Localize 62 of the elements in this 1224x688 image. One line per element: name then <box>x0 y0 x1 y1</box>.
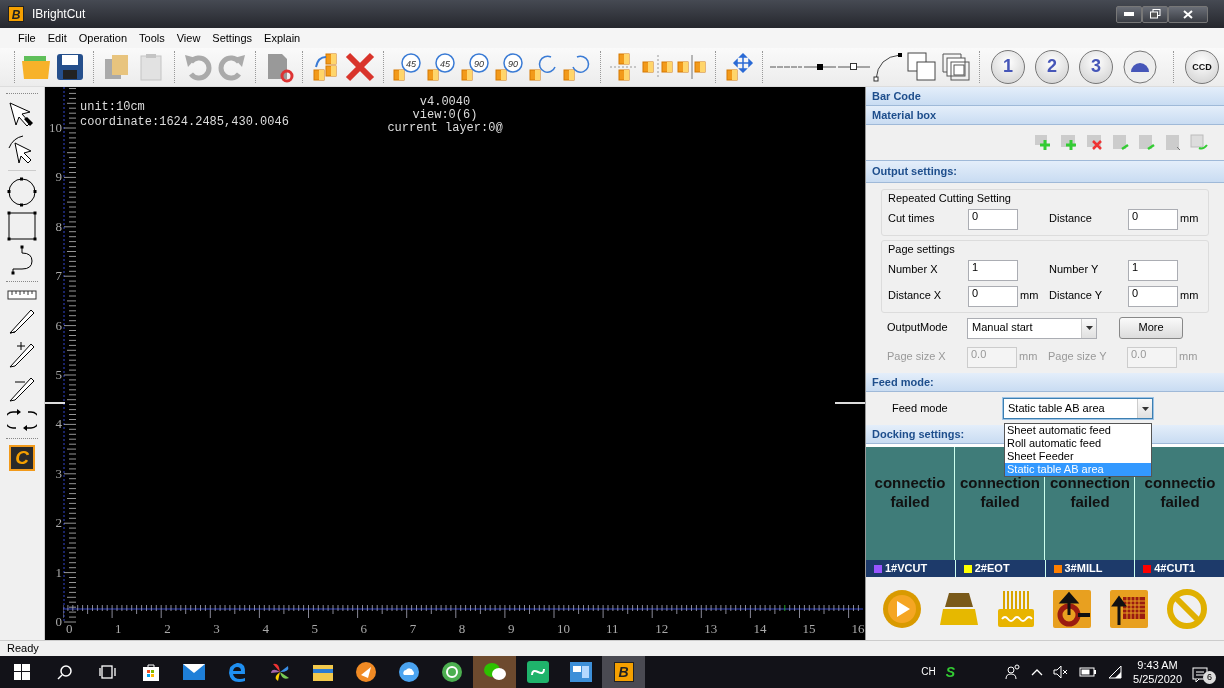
window-title: IBrightCut <box>32 6 86 22</box>
canvas-info-text: coordinate:1624.2485,430.0046 <box>80 115 289 130</box>
ruler-label: 3 <box>213 622 220 635</box>
field-label: Distance <box>1049 212 1093 226</box>
field-label: Feed mode <box>892 401 949 416</box>
status-text: Ready <box>7 642 39 654</box>
ruler-label: 0 <box>55 615 62 628</box>
ruler-label: 14 <box>753 622 767 635</box>
connection-status: failed <box>1160 492 1200 511</box>
connection-status: connectio <box>1144 473 1216 492</box>
unit-label: mm <box>1179 212 1200 226</box>
connection-status: failed <box>1070 492 1110 511</box>
ruler-label: 3 <box>55 466 62 480</box>
group-title: Repeated Cutting Setting <box>888 192 1012 206</box>
field-label: Page size Y <box>1048 350 1108 364</box>
ruler-label: 15 <box>802 622 816 635</box>
field-label: Page size X <box>887 350 947 364</box>
ruler-label: 4 <box>55 417 62 431</box>
ruler-label: 13 <box>704 622 718 635</box>
ruler-label: 5 <box>55 368 62 381</box>
group-title: Page settings <box>888 243 956 257</box>
ruler-label: 2 <box>55 516 62 530</box>
ruler-label: 9 <box>55 170 62 184</box>
connection-status: connectio <box>874 473 946 492</box>
canvas-status-text: view:0(6) <box>412 109 478 122</box>
ruler-label: 8 <box>458 622 466 635</box>
ruler-label: 8 <box>55 219 62 233</box>
ruler-label: 4 <box>262 622 269 635</box>
field-label: Distance X <box>888 289 943 303</box>
ruler-label: 5 <box>311 622 318 635</box>
ruler-label: 7 <box>55 269 62 283</box>
canvas-status-text: v4.0040 <box>419 96 471 109</box>
field-label: OutputMode <box>887 321 949 335</box>
field-label: Cut times <box>888 212 936 226</box>
ruler-label: 11 <box>606 622 619 635</box>
ruler-label: 12 <box>655 622 669 635</box>
ruler-label: 7 <box>409 622 417 635</box>
canvas-status-text: current layer:0@ <box>387 122 503 135</box>
ruler-label: 6 <box>360 622 368 635</box>
connection-status: failed <box>890 492 930 511</box>
field-label: Number Y <box>1049 263 1100 277</box>
ruler-label: 10 <box>557 622 570 635</box>
field-label: Number X <box>888 263 939 277</box>
ruler-label: 1 <box>55 565 62 579</box>
unit-label: mm <box>1179 289 1200 303</box>
unit-label: mm <box>1018 350 1039 364</box>
connection-status: connection <box>960 473 1040 492</box>
connection-status: failed <box>980 492 1020 511</box>
ruler-label: 0 <box>66 622 73 635</box>
ruler-label: 1 <box>115 622 122 635</box>
unit-label: mm <box>1019 289 1040 303</box>
connection-status: connection <box>1050 473 1130 492</box>
field-label: Distance Y <box>1049 289 1103 303</box>
ruler-label: 16 <box>851 622 865 635</box>
canvas-info-text: unit:10cm <box>80 100 145 115</box>
ruler-label: 6 <box>55 318 62 332</box>
ruler-label: 9 <box>507 622 515 635</box>
app-logo: B <box>8 6 24 22</box>
ruler-label: 2 <box>164 622 171 635</box>
ruler-label: 10 <box>49 121 62 134</box>
unit-label: mm <box>1178 350 1199 364</box>
notification-badge: 6 <box>1203 671 1216 684</box>
